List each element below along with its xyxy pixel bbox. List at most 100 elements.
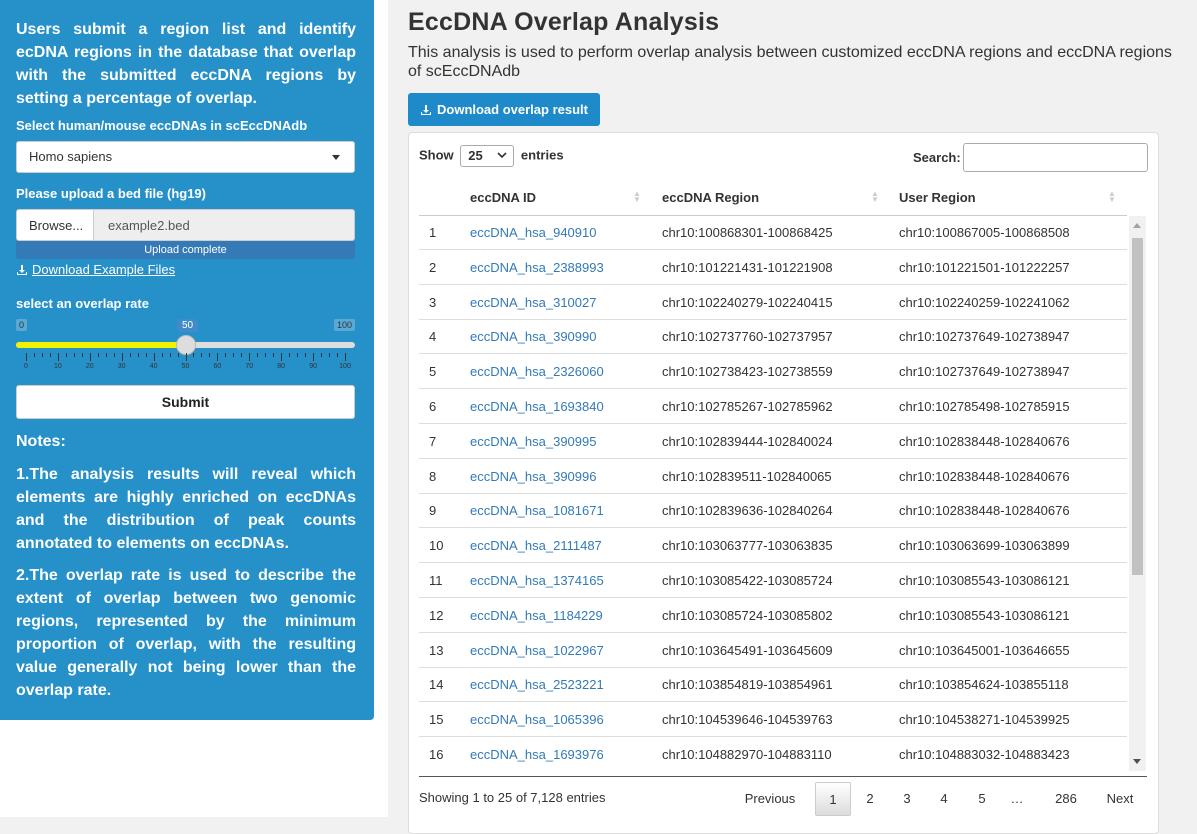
- download-overlap-label: Download overlap result: [437, 102, 588, 117]
- table-row: 6 eccDNA_hsa_1693840 chr10:102785267-10278…: [419, 390, 1127, 424]
- user-region-cell: chr10:103063699-103063899: [899, 538, 1070, 554]
- eccdna-id-link[interactable]: eccDNA_hsa_2111487: [470, 538, 602, 553]
- page-length-select[interactable]: 25: [460, 145, 515, 167]
- row-index: 14: [429, 677, 444, 693]
- upload-label: Please upload a bed file (hg19): [16, 186, 206, 201]
- table-header: eccDNA ID ▲ ▼ eccDNA Region ▲ ▼ User Regio…: [419, 181, 1127, 216]
- download-icon: [421, 104, 431, 115]
- eccdna-region-cell: chr10:102839511-102840065: [662, 468, 832, 484]
- submit-button[interactable]: Submit: [16, 385, 355, 419]
- slider-minor-tick: [49, 353, 51, 357]
- slider-minor-tick: [65, 353, 67, 357]
- length-control: Show 25 entries: [419, 145, 564, 167]
- table-row: 1 eccDNA_hsa_940910 chr10:100868301-100868…: [419, 216, 1127, 250]
- pagination-page-3[interactable]: 3: [890, 782, 924, 816]
- eccdna-id-link[interactable]: eccDNA_hsa_390996: [470, 469, 596, 484]
- slider-minor-tick: [41, 353, 43, 357]
- slider-handle[interactable]: [175, 335, 196, 355]
- table-row: 13 eccDNA_hsa_1022967 chr10:103645491-1036…: [419, 634, 1127, 668]
- slider-tick-label: 100: [339, 363, 351, 370]
- eccdna-id-link[interactable]: eccDNA_hsa_2523221: [470, 677, 604, 692]
- slider-minor-tick: [209, 353, 211, 357]
- sort-icon: ▲ ▼: [1108, 189, 1116, 204]
- page-length-value: 25: [468, 148, 483, 163]
- search-label: Search:: [913, 150, 961, 165]
- sort-icon: ▲ ▼: [633, 189, 641, 204]
- eccdna-id-link[interactable]: eccDNA_hsa_1081671: [470, 503, 604, 518]
- download-example-label: Download Example Files: [32, 262, 176, 277]
- slider-tick-label: 20: [85, 363, 94, 370]
- eccdna-region-cell: chr10:102738423-102738559: [662, 364, 833, 380]
- eccdna-id-link[interactable]: eccDNA_hsa_940910: [470, 225, 596, 240]
- eccdna-region-cell: chr10:102737760-102737957: [662, 329, 833, 345]
- download-example-link[interactable]: Download Example Files: [16, 262, 356, 277]
- pagination-page-4[interactable]: 4: [927, 782, 961, 816]
- eccdna-region-cell: chr10:103085422-103085724: [662, 573, 833, 588]
- eccdna-region-cell: chr10:102785267-102785962: [662, 399, 833, 414]
- slider-major-tick: [313, 353, 315, 361]
- eccdna-id-link[interactable]: eccDNA_hsa_1184229: [470, 608, 603, 623]
- row-index: 4: [429, 329, 437, 345]
- row-index: 2: [429, 259, 437, 275]
- slider-minor-tick: [297, 353, 299, 357]
- eccdna-region-cell: chr10:101221431-101221908: [662, 259, 833, 275]
- slider-major-tick: [281, 353, 283, 361]
- slider-major-tick: [121, 353, 123, 361]
- show-label: Show: [419, 147, 454, 163]
- species-select[interactable]: Homo sapiens: [16, 141, 355, 173]
- scroll-up-icon[interactable]: [1133, 223, 1141, 228]
- eccdna-id-link[interactable]: eccDNA_hsa_2388993: [470, 260, 604, 275]
- note-2: 2.The overlap rate is used to describe t…: [16, 567, 356, 699]
- entries-label: entries: [520, 147, 564, 163]
- slider-major-tick: [345, 353, 346, 361]
- eccdna-id-link[interactable]: eccDNA_hsa_1693976: [470, 747, 604, 762]
- row-index: 11: [429, 573, 443, 588]
- slider-minor-tick: [289, 353, 291, 357]
- eccdna-id-link[interactable]: eccDNA_hsa_2326060: [470, 364, 604, 379]
- pagination-page-5[interactable]: 5: [965, 782, 999, 816]
- file-input[interactable]: Browse... example2.bed: [16, 209, 355, 241]
- browse-button[interactable]: Browse...: [16, 209, 94, 241]
- eccdna-id-link[interactable]: eccDNA_hsa_310027: [470, 295, 596, 310]
- column-header-eccdna-region[interactable]: eccDNA Region: [662, 190, 759, 205]
- slider-value: 50: [177, 319, 199, 332]
- slider-label: select an overlap rate: [16, 296, 149, 311]
- eccdna-region-cell: chr10:102240279-102240415: [662, 294, 833, 310]
- download-overlap-button[interactable]: Download overlap result: [408, 93, 600, 126]
- table-scrollbar[interactable]: [1129, 216, 1146, 771]
- pagination-next[interactable]: Next: [1097, 782, 1143, 816]
- eccdna-id-link[interactable]: eccDNA_hsa_1022967: [470, 643, 604, 658]
- eccdna-id-link[interactable]: eccDNA_hsa_1693840: [470, 399, 604, 414]
- slider-tick-label: 30: [117, 363, 126, 370]
- upload-progress-bar: Upload complete: [16, 241, 355, 259]
- row-index: 12: [429, 607, 444, 623]
- eccdna-id-link[interactable]: eccDNA_hsa_390990: [470, 329, 596, 344]
- eccdna-id-link[interactable]: eccDNA_hsa_1065396: [470, 712, 604, 727]
- slider-minor-tick: [273, 353, 275, 357]
- eccdna-id-link[interactable]: eccDNA_hsa_390995: [470, 434, 596, 449]
- scroll-down-icon[interactable]: [1133, 759, 1141, 764]
- row-index: 15: [429, 712, 444, 728]
- slider-minor-tick: [113, 353, 115, 357]
- slider-tick-label: 80: [277, 363, 286, 370]
- slider-minor-tick: [233, 353, 235, 357]
- overlap-rate-slider[interactable]: 0 50 100 0 10 20 30 40 50 60 70 80 90 100: [16, 319, 355, 377]
- user-region-cell: chr10:103085543-103086121: [899, 607, 1070, 623]
- table-body: 1 eccDNA_hsa_940910 chr10:100868301-100868…: [419, 216, 1127, 771]
- scrollbar-thumb[interactable]: [1132, 238, 1143, 575]
- column-header-user-region[interactable]: User Region: [899, 190, 976, 205]
- eccdna-region-cell: chr10:103063777-103063835: [662, 538, 833, 554]
- chevron-down-icon: [497, 152, 507, 159]
- row-index: 9: [429, 503, 437, 519]
- eccdna-id-link[interactable]: eccDNA_hsa_1374165: [470, 573, 604, 588]
- pagination-page-2[interactable]: 2: [853, 782, 887, 816]
- slider-major-tick: [185, 353, 187, 361]
- pagination-page-1[interactable]: 1: [815, 782, 851, 816]
- sort-icon: ▲ ▼: [871, 189, 879, 204]
- column-header-eccdna-id[interactable]: eccDNA ID: [470, 190, 536, 205]
- pagination-previous[interactable]: Previous: [735, 782, 805, 816]
- slider-fill: [16, 342, 186, 348]
- pagination-page-last[interactable]: 286: [1045, 782, 1087, 816]
- page-description: This analysis is used to perform overlap…: [408, 44, 1172, 80]
- search-input[interactable]: [963, 143, 1148, 172]
